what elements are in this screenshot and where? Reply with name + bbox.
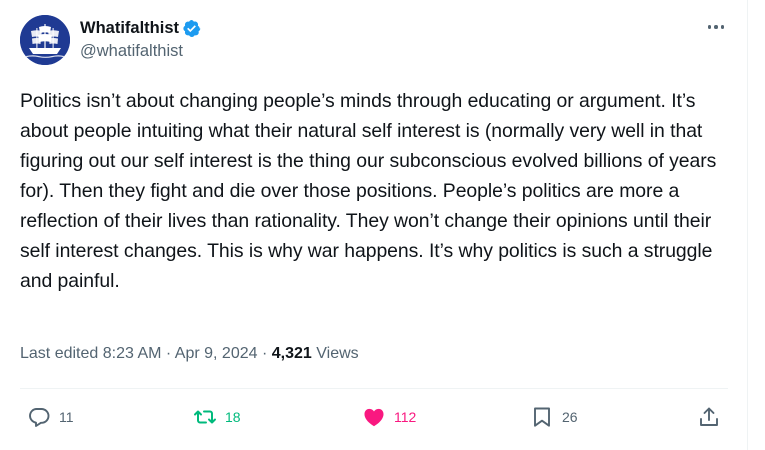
like-button[interactable]: 112	[362, 402, 416, 432]
bookmark-button[interactable]: 26	[530, 402, 578, 432]
tweet-text: Politics isn’t about changing people’s m…	[20, 90, 717, 292]
reply-count: 11	[59, 409, 74, 425]
tweet-time[interactable]: 8:23 AM	[103, 345, 162, 362]
share-icon	[700, 407, 718, 426]
retweet-icon	[194, 410, 216, 424]
meta-separator: ·	[261, 345, 268, 362]
tweet-author: Whatifalthist @whatifalthist	[80, 17, 201, 61]
heart-icon	[364, 408, 384, 427]
bookmark-count: 26	[562, 409, 578, 425]
divider	[20, 388, 728, 389]
more-dot-icon	[720, 25, 725, 29]
views-count: 4,321	[271, 345, 312, 362]
more-dot-icon	[707, 25, 712, 29]
meta-separator: ·	[165, 345, 172, 362]
more-options-button[interactable]	[702, 20, 730, 34]
reply-button[interactable]: 11	[27, 402, 74, 432]
bookmark-icon	[534, 407, 550, 427]
retweet-count: 18	[225, 409, 241, 425]
avatar[interactable]	[20, 15, 70, 65]
author-handle[interactable]: @whatifalthist	[80, 42, 201, 61]
more-dot-icon	[714, 25, 718, 29]
retweet-button[interactable]: 18	[193, 402, 241, 432]
verified-badge-icon[interactable]	[182, 19, 201, 38]
tweet-meta: Last edited 8:23 AM · Apr 9, 2024 · 4,32…	[20, 345, 359, 363]
edited-label[interactable]: Last edited	[20, 345, 98, 362]
reply-icon	[29, 408, 50, 427]
column-border	[747, 0, 748, 450]
like-count: 112	[394, 409, 417, 425]
views-label: Views	[316, 345, 359, 362]
author-display-name[interactable]: Whatifalthist	[80, 19, 179, 38]
share-button[interactable]	[697, 402, 721, 432]
tweet-date[interactable]: Apr 9, 2024	[175, 345, 258, 362]
sailing-ship-icon	[20, 15, 70, 65]
